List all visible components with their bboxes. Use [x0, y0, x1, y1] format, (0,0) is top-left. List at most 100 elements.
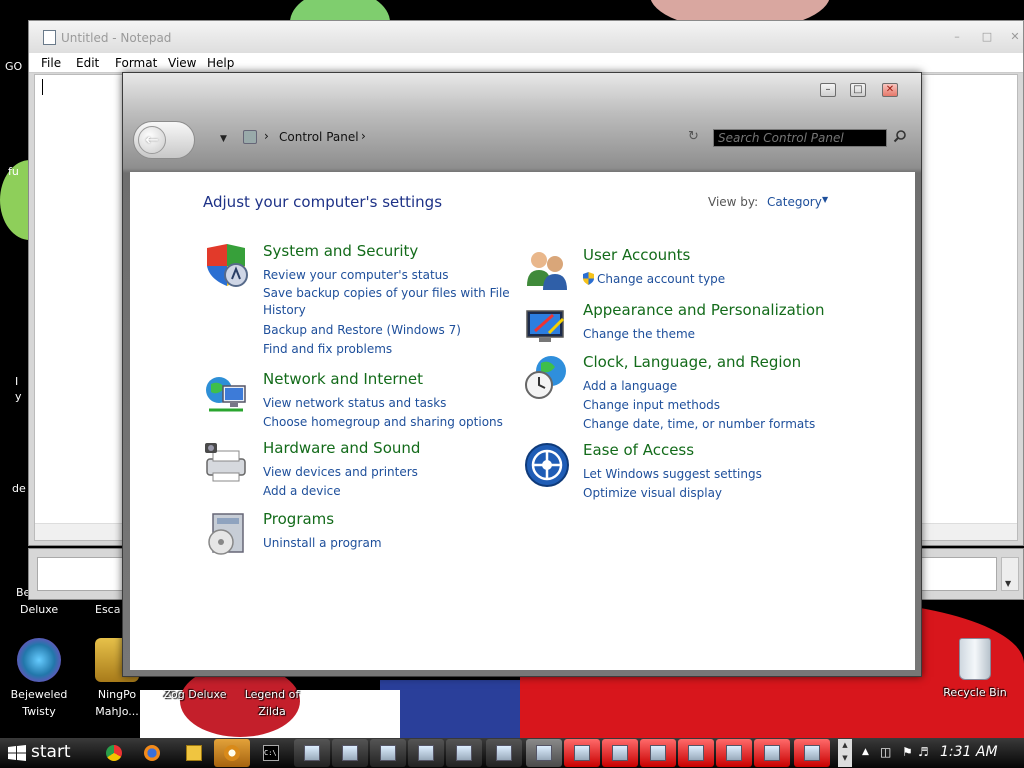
- control-panel-window: – □ ✕ ← ▼ › Control Panel › ↻ Adjust you…: [122, 72, 922, 677]
- scroll-down-icon[interactable]: ▼: [1005, 579, 1011, 588]
- link-uninstall[interactable]: Uninstall a program: [263, 534, 513, 553]
- category-title[interactable]: Ease of Access: [583, 441, 694, 459]
- minimize-button[interactable]: –: [949, 30, 965, 44]
- uac-shield-icon: [583, 272, 594, 285]
- shield-icon[interactable]: [203, 242, 251, 290]
- category-title[interactable]: System and Security: [263, 242, 418, 260]
- taskbar-window[interactable]: [564, 739, 600, 767]
- search-icon[interactable]: [893, 129, 907, 143]
- volume-icon[interactable]: ♬: [918, 745, 929, 759]
- breadcrumb-separator[interactable]: ›: [361, 129, 366, 143]
- window-icon: [650, 745, 666, 761]
- taskbar-window[interactable]: [754, 739, 790, 767]
- taskbar-window[interactable]: [678, 739, 714, 767]
- taskbar-window[interactable]: [640, 739, 676, 767]
- close-button[interactable]: ✕: [1007, 30, 1023, 44]
- taskbar-window[interactable]: [408, 739, 444, 767]
- link-suggest-settings[interactable]: Let Windows suggest settings: [583, 465, 833, 484]
- search-input[interactable]: [713, 129, 887, 147]
- chevron-down-icon[interactable]: ▼: [838, 752, 852, 765]
- desktop-icon-recycle-bin[interactable]: Recycle Bin: [940, 638, 1010, 701]
- link-date-time-formats[interactable]: Change date, time, or number formats: [583, 415, 833, 434]
- desktop-icon-label: Recycle Bin: [943, 686, 1007, 699]
- globe-clock-icon[interactable]: [523, 353, 571, 401]
- desktop-icon-bejeweled[interactable]: Bejeweled Twisty: [4, 638, 74, 720]
- show-hidden-icons[interactable]: ▲: [862, 747, 869, 757]
- taskbar-scroll[interactable]: ▲ ▼: [838, 739, 852, 767]
- taskbar-window[interactable]: [486, 739, 522, 767]
- maximize-button[interactable]: □: [979, 30, 995, 44]
- chevron-down-icon[interactable]: ▼: [822, 195, 828, 204]
- windows-logo-icon: [8, 745, 26, 761]
- start-button[interactable]: start: [0, 738, 92, 768]
- ease-of-access-icon[interactable]: [523, 441, 571, 489]
- vertical-scrollbar[interactable]: ▼: [1001, 557, 1019, 591]
- minimize-button[interactable]: –: [820, 83, 836, 97]
- link-input-methods[interactable]: Change input methods: [583, 396, 833, 415]
- refresh-icon[interactable]: ↻: [688, 129, 699, 144]
- menu-file[interactable]: File: [41, 56, 61, 70]
- taskbar-window[interactable]: [716, 739, 752, 767]
- window-icon: [764, 745, 780, 761]
- taskbar-window[interactable]: [370, 739, 406, 767]
- desktop-label-fragment: I: [15, 375, 19, 388]
- gear-icon: [224, 745, 240, 761]
- notepad-titlebar[interactable]: Untitled - Notepad – □ ✕: [29, 21, 1023, 53]
- window-icon: [804, 745, 820, 761]
- link-devices-printers[interactable]: View devices and printers: [263, 463, 513, 482]
- clock[interactable]: 1:31 AM: [940, 744, 998, 760]
- network-icon[interactable]: [203, 370, 251, 418]
- back-button[interactable]: ←: [133, 121, 195, 159]
- view-by-label: View by:: [708, 195, 759, 209]
- link-file-history[interactable]: Save backup copies of your files with Fi…: [263, 285, 513, 319]
- breadcrumb-control-panel[interactable]: Control Panel: [279, 130, 359, 144]
- view-by-dropdown[interactable]: Category: [767, 195, 822, 209]
- network-icon[interactable]: ◫: [880, 745, 891, 759]
- link-optimize-display[interactable]: Optimize visual display: [583, 484, 833, 503]
- link-review-status[interactable]: Review your computer's status: [263, 266, 513, 285]
- link-find-fix[interactable]: Find and fix problems: [263, 340, 513, 359]
- users-icon[interactable]: [523, 246, 571, 294]
- maximize-button[interactable]: □: [850, 83, 866, 97]
- taskbar-window[interactable]: [446, 739, 482, 767]
- link-change-account-type[interactable]: Change account type: [583, 270, 833, 289]
- link-backup-restore[interactable]: Backup and Restore (Windows 7): [263, 321, 513, 340]
- window-icon: [496, 745, 512, 761]
- breadcrumb-separator[interactable]: ›: [264, 129, 269, 143]
- category-title[interactable]: Appearance and Personalization: [583, 301, 825, 319]
- link-add-language[interactable]: Add a language: [583, 377, 833, 396]
- printer-icon[interactable]: [203, 439, 251, 487]
- menu-format[interactable]: Format: [115, 56, 157, 70]
- menu-edit[interactable]: Edit: [76, 56, 99, 70]
- taskbar-control-panel[interactable]: [214, 739, 250, 767]
- folder-icon: [186, 745, 202, 761]
- recent-locations-dropdown[interactable]: ▼: [220, 134, 227, 144]
- display-icon[interactable]: [523, 301, 571, 349]
- taskbar-cmd[interactable]: C:\: [253, 739, 289, 767]
- menu-view[interactable]: View: [168, 56, 196, 70]
- category-title[interactable]: Network and Internet: [263, 370, 423, 388]
- taskbar-window[interactable]: [794, 739, 830, 767]
- taskbar-explorer[interactable]: [176, 739, 212, 767]
- programs-icon[interactable]: [203, 510, 251, 558]
- link-homegroup[interactable]: Choose homegroup and sharing options: [263, 413, 513, 432]
- link-change-theme[interactable]: Change the theme: [583, 325, 833, 344]
- link-network-status[interactable]: View network status and tasks: [263, 394, 513, 413]
- taskbar-window[interactable]: [332, 739, 368, 767]
- taskbar-window[interactable]: [294, 739, 330, 767]
- chevron-up-icon[interactable]: ▲: [838, 739, 852, 752]
- taskbar-chrome[interactable]: [96, 739, 132, 767]
- link-add-device[interactable]: Add a device: [263, 482, 513, 501]
- close-button[interactable]: ✕: [882, 83, 898, 97]
- window-icon: [456, 745, 472, 761]
- category-title[interactable]: Programs: [263, 510, 334, 528]
- menu-help[interactable]: Help: [207, 56, 234, 70]
- start-label: start: [31, 742, 71, 762]
- category-title[interactable]: Hardware and Sound: [263, 439, 420, 457]
- category-title[interactable]: Clock, Language, and Region: [583, 353, 801, 371]
- category-title[interactable]: User Accounts: [583, 246, 690, 264]
- taskbar-window-active[interactable]: [526, 739, 562, 767]
- taskbar-firefox[interactable]: [134, 739, 170, 767]
- taskbar-window[interactable]: [602, 739, 638, 767]
- action-center-icon[interactable]: ⚑: [902, 745, 913, 759]
